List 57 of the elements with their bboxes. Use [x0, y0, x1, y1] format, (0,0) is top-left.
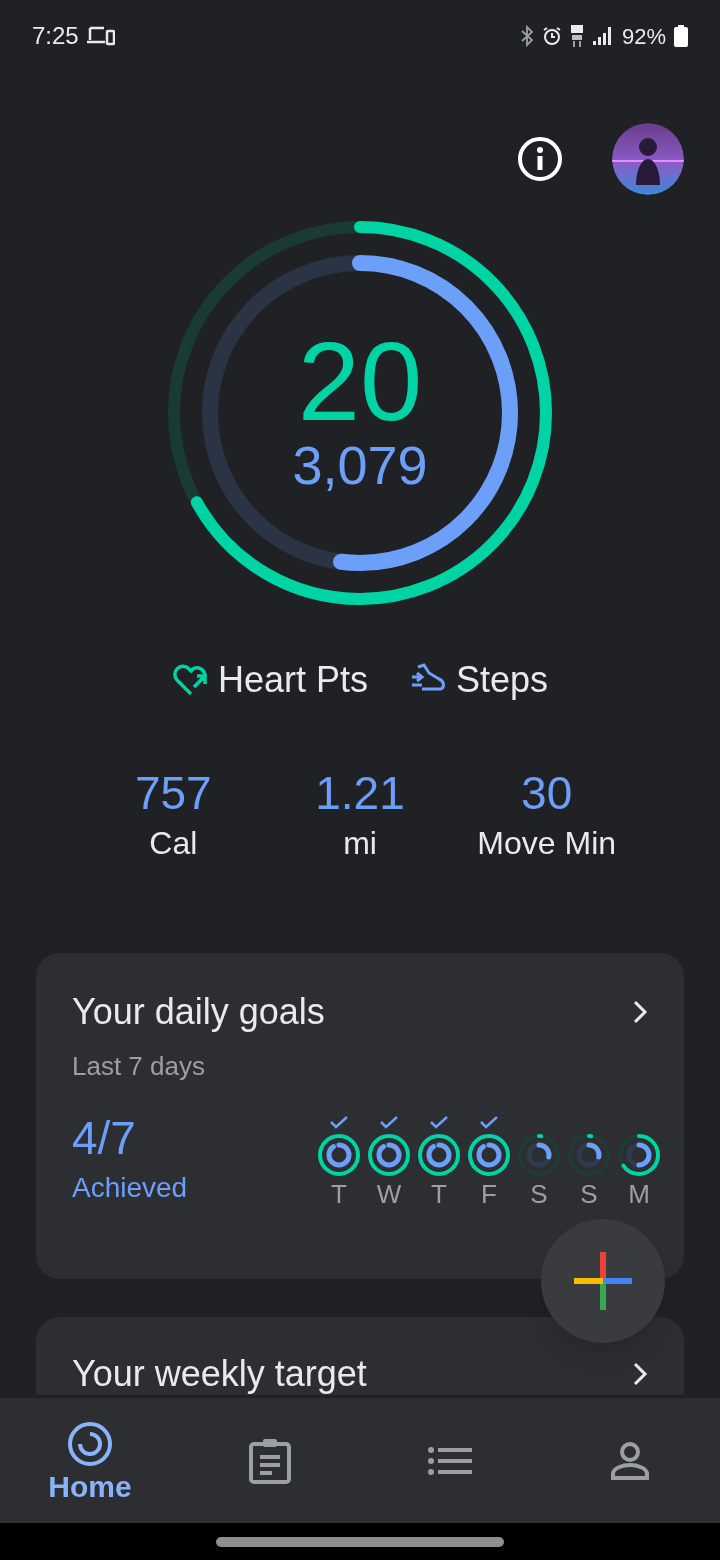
day-label: T [331, 1181, 347, 1208]
day-label: M [628, 1181, 650, 1208]
stat-label: Cal [149, 823, 198, 863]
person-icon [610, 1440, 650, 1481]
heart-points-value: 20 [297, 326, 423, 438]
day-label: S [580, 1181, 598, 1208]
check-icon [479, 1115, 499, 1130]
weekly-target-card[interactable]: Your weekly target [36, 1316, 684, 1395]
heart-icon [171, 663, 210, 697]
stat-label: mi [343, 823, 377, 863]
legend-label: Heart Pts [217, 658, 368, 702]
avatar-button[interactable] [612, 123, 684, 195]
steps-value: 3,079 [292, 438, 428, 492]
battery-icon [674, 25, 688, 47]
stat-value: 30 [521, 766, 573, 821]
nav-tab[interactable]: Home [0, 1398, 180, 1523]
clipboard-icon [248, 1436, 292, 1485]
card-title: Your weekly target [72, 1351, 367, 1396]
signal-icon [591, 26, 614, 46]
stat-value: 1.21 [315, 766, 405, 821]
card-subtitle: Last 7 days [72, 1049, 205, 1083]
ring-icon [66, 1419, 114, 1468]
status-time: 7:25 [32, 21, 79, 51]
chevron-right-icon [632, 998, 648, 1025]
steps-ring [326, 1142, 352, 1168]
bluetooth-icon [519, 25, 534, 47]
legend-label: Steps [456, 658, 549, 702]
check-icon [379, 1115, 399, 1130]
network-icon [569, 24, 584, 48]
heart-ring [618, 1134, 660, 1177]
steps-ring [376, 1142, 402, 1168]
stat-value: 757 [134, 766, 212, 821]
heart-ring [468, 1134, 510, 1177]
achieved-count: 4/7 [72, 1110, 137, 1166]
day-label: W [376, 1181, 402, 1208]
check-icon [329, 1115, 349, 1130]
achieved-label: Achieved [72, 1171, 188, 1205]
info-icon [517, 136, 563, 182]
day-label: S [530, 1181, 548, 1208]
alarm-icon [541, 26, 562, 46]
battery-percent: 92% [621, 22, 666, 51]
list-icon [428, 1445, 472, 1476]
chevron-right-icon [632, 1360, 648, 1387]
day-label: F [481, 1181, 497, 1208]
devices-icon [86, 26, 115, 46]
steps-ring [476, 1142, 502, 1168]
day-label: T [431, 1181, 447, 1208]
card-title: Your daily goals [72, 989, 325, 1034]
heart-ring [418, 1134, 460, 1177]
check-icon [429, 1115, 449, 1130]
stat-label: Move Min [477, 823, 617, 863]
steps-ring [426, 1142, 452, 1168]
heart-ring [318, 1134, 360, 1177]
heart-ring [368, 1134, 410, 1177]
plus-icon [574, 1252, 632, 1310]
daily-goals-card[interactable]: Your daily goals Last 7 days 4/7 Achieved T W T F S S M [36, 952, 684, 1279]
info-button[interactable] [516, 135, 564, 183]
